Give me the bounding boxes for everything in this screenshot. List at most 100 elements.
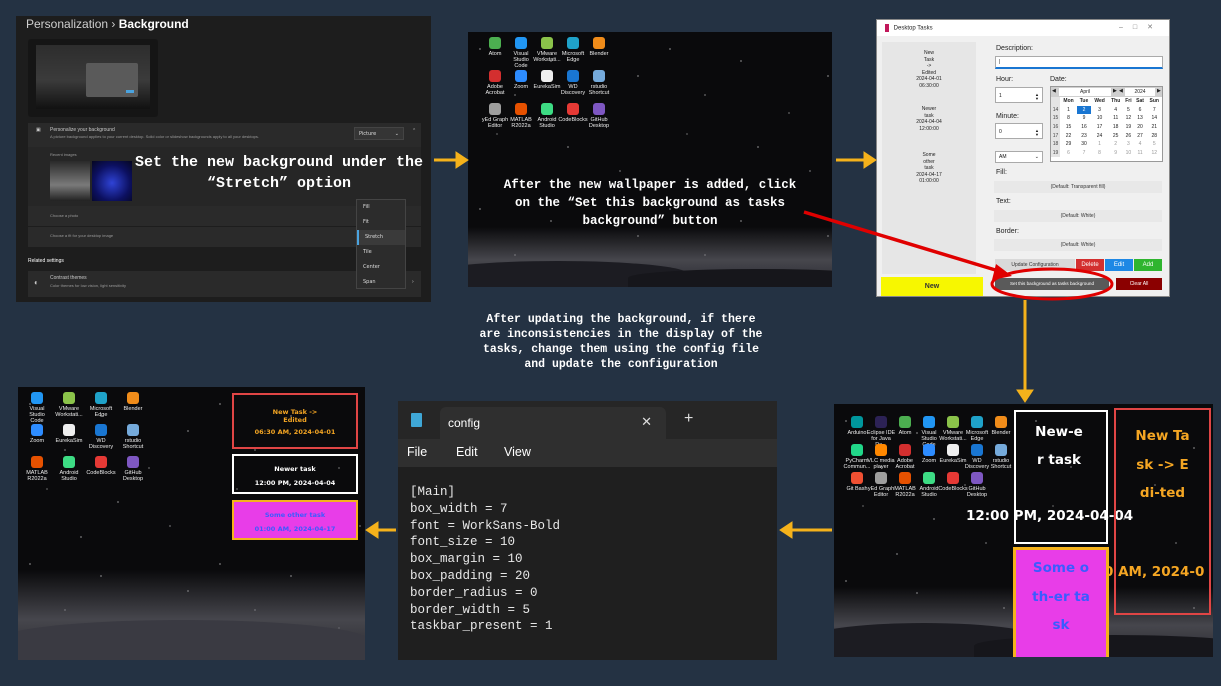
config-line: border_width = 5 — [410, 602, 531, 617]
task-box-new-edited-title: New Task -> Edi-ted — [1135, 428, 1190, 501]
app-icon — [923, 444, 935, 456]
final-task-box-3[interactable]: Some other task 01:00 AM, 2024-04-17 — [232, 500, 358, 540]
new-tab-icon[interactable]: + — [684, 410, 693, 428]
app-icon — [63, 456, 75, 468]
flow-arrowhead-3 — [1016, 389, 1034, 403]
desktop-icon[interactable]: Blender — [986, 416, 1016, 436]
desktop-icon-label: Arduino — [847, 430, 867, 436]
config-line: box_width = 7 — [410, 501, 508, 516]
final-task-3-title: Some other task — [264, 511, 326, 519]
app-icon — [947, 444, 959, 456]
app-icon — [31, 456, 43, 468]
config-line: font = WorkSans-Bold — [410, 518, 561, 533]
desktop-icon-label: VMware Workstati... — [55, 406, 83, 418]
step3-caption: After updating the background, if there … — [479, 313, 763, 371]
desktop-icon-label: CodeBlocks — [86, 470, 116, 476]
config-line: [Main] — [410, 485, 456, 499]
desktop-icon[interactable]: GitHub Desktop — [962, 472, 992, 498]
desktop-tasks-before-config-panel: ArduinoEclipse IDE for Java De...AtomVis… — [834, 404, 1213, 657]
final-task-box-1[interactable]: New Task -> Edited 06:30 AM, 2024-04-01 — [232, 393, 358, 449]
desktop-tasks-final-panel: Visual Studio Code VMware Workstati... Mic… — [18, 387, 365, 660]
desktop-icon[interactable]: WD Discovery — [86, 424, 116, 450]
app-icon — [875, 472, 887, 484]
task-box-some-other[interactable]: Some oth-er task — [1013, 547, 1109, 657]
desktop-icon-label: rstudio Shortcut — [122, 438, 144, 450]
app-icon — [923, 472, 935, 484]
app-icon — [851, 472, 863, 484]
app-icon — [851, 444, 863, 456]
app-icon — [899, 416, 911, 428]
app-icon — [95, 424, 107, 436]
desktop-icon-label: Adobe Acrobat — [895, 458, 915, 470]
app-icon — [127, 392, 139, 404]
desktop-icon[interactable]: MATLAB R2022a — [22, 456, 52, 482]
desktop-icon-label: Android Studio — [919, 486, 939, 498]
app-icon — [95, 456, 107, 468]
menu-edit[interactable]: Edit — [456, 445, 478, 459]
desktop-icon-label: Blender — [991, 430, 1011, 436]
app-icon — [127, 424, 139, 436]
app-icon — [31, 424, 43, 436]
desktop-icon[interactable]: Android Studio — [54, 456, 84, 482]
desktop-icon[interactable]: EurekaSim — [54, 424, 84, 444]
config-text-area[interactable]: [Main] box_width = 7 font = WorkSans-Bold f… — [410, 484, 560, 635]
app-icon — [923, 416, 935, 428]
config-line: box_margin = 10 — [410, 552, 523, 567]
desktop-icon[interactable]: Blender — [118, 392, 148, 412]
desktop-icon[interactable]: CodeBlocks — [86, 456, 116, 476]
app-icon — [875, 416, 887, 428]
task-box-new-edited[interactable]: New Task -> Edi-ted — [1114, 408, 1211, 615]
menu-view[interactable]: View — [504, 445, 531, 459]
desktop-icon-label: Zoom — [921, 458, 937, 464]
desktop-icon-label: MATLAB R2022a — [894, 486, 916, 498]
app-icon — [947, 472, 959, 484]
desktop-icon[interactable]: Zoom — [22, 424, 52, 444]
config-line: font_size = 10 — [410, 535, 516, 550]
desktop-icon-label: GitHub Desktop — [122, 470, 144, 482]
desktop-icon[interactable]: GitHub Desktop — [118, 456, 148, 482]
flow-arrowhead-1 — [455, 151, 469, 169]
desktop-icon[interactable]: VMware Workstati... — [54, 392, 84, 418]
menu-file[interactable]: File — [407, 445, 427, 459]
task-box-newer-title: New-er task — [1035, 424, 1083, 468]
final-task-box-2[interactable]: Newer task 12:00 PM, 2024-04-04 — [232, 454, 358, 494]
task-box-some-other-title: Some oth-er task — [1032, 560, 1090, 633]
desktop-icon-label: WD Discovery — [88, 438, 114, 450]
final-task-3-time: 01:00 AM, 2024-04-17 — [254, 525, 336, 533]
app-icon — [995, 416, 1007, 428]
desktop-icon-label: Atom — [898, 430, 912, 436]
app-icon — [63, 392, 75, 404]
app-icon — [947, 416, 959, 428]
config-line: taskbar_present = 1 — [410, 619, 553, 634]
desktop-icon-label: Blender — [123, 406, 143, 412]
app-icon — [971, 444, 983, 456]
app-icon — [995, 444, 1007, 456]
app-icon — [851, 416, 863, 428]
tab-title: config — [448, 416, 481, 430]
app-icon — [127, 456, 139, 468]
tab-config[interactable]: config ✕ — [440, 407, 666, 439]
highlight-ellipse — [990, 267, 1114, 301]
editor-tabbar: config ✕ + — [398, 401, 777, 439]
desktop-icon-label: Visual Studio Code — [29, 406, 45, 424]
final-task-1-title: New Task -> Edited — [272, 408, 318, 424]
close-icon[interactable]: ✕ — [641, 414, 652, 430]
desktop-icon-label: Microsoft Edge — [965, 430, 989, 442]
red-pointer-arrow — [803, 210, 1003, 274]
final-task-2-title: Newer task — [274, 465, 316, 473]
desktop-icon[interactable]: Microsoft Edge — [86, 392, 116, 418]
desktop-icon-label: GitHub Desktop — [966, 486, 988, 498]
desktop-icon-label: Microsoft Edge — [89, 406, 113, 418]
app-icon — [899, 444, 911, 456]
desktop-icon-label: EurekaSim — [55, 438, 83, 444]
config-editor-window: config ✕ + File Edit View [Main] box_widt… — [398, 401, 777, 660]
desktop-icon-label: Android Studio — [59, 470, 79, 482]
flow-arrowhead-4 — [779, 521, 793, 539]
final-task-1-time: 06:30 AM, 2024-04-01 — [254, 428, 336, 436]
desktop-icon[interactable]: rstudio Shortcut — [986, 444, 1016, 470]
config-line: box_padding = 20 — [410, 568, 531, 583]
app-icon — [875, 444, 887, 456]
desktop-icon[interactable]: Visual Studio Code — [22, 392, 52, 424]
desktop-icon[interactable]: rstudio Shortcut — [118, 424, 148, 450]
editor-menubar: File Edit View — [398, 439, 777, 467]
